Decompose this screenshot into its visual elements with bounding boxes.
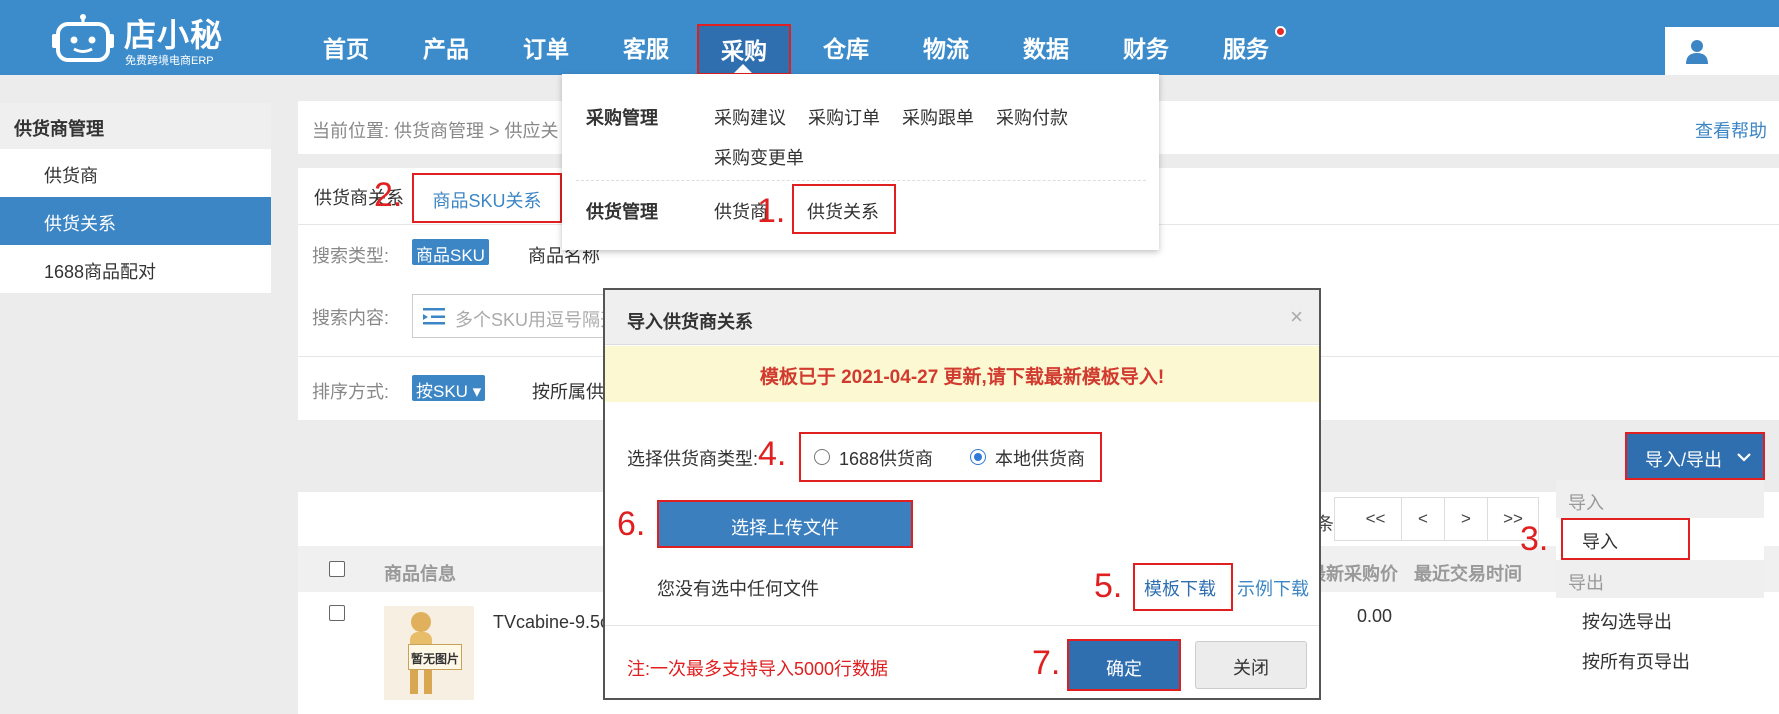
no-image-tag: 暂无图片: [408, 644, 462, 670]
step-6-label: 6.: [617, 505, 646, 543]
template-update-notice: 模板已于 2021-04-27 更新,请下载最新模板导入!: [605, 346, 1319, 402]
nav-purchase-label: 采购: [721, 38, 767, 64]
radio-local-label: 本地供货商: [995, 449, 1085, 469]
column-product-info: 商品信息: [384, 564, 456, 584]
pager-next-button[interactable]: >: [1444, 497, 1488, 541]
menu-purchase-change-order[interactable]: 采购变更单: [714, 144, 804, 170]
template-download-link[interactable]: 模板下载: [1144, 575, 1216, 601]
menu-group-import-label: 导入: [1568, 493, 1604, 513]
sidebar-item-1688-pairing[interactable]: 1688商品配对: [0, 245, 271, 293]
product-thumbnail: 暂无图片: [384, 606, 474, 700]
column-latest-price: 最新采购价: [1308, 564, 1398, 584]
highlight-import-item: [1561, 518, 1690, 560]
logo-subtitle: 免费跨境电商ERP: [125, 55, 214, 67]
sidebar-item-supply-relations[interactable]: 供货关系: [0, 197, 271, 245]
nav-home[interactable]: 首页: [323, 30, 369, 64]
menu-purchase-suggestion[interactable]: 采购建议: [714, 104, 786, 130]
import-dialog: 导入供货商关系 × 模板已于 2021-04-27 更新,请下载最新模板导入! …: [603, 288, 1321, 700]
upload-button-label: 选择上传文件: [731, 518, 839, 538]
pager-prev-button[interactable]: <: [1401, 497, 1445, 541]
tab-sku-relations-label: 商品SKU关系: [432, 191, 542, 211]
dialog-footer-divider: [605, 625, 1319, 626]
radio-1688-supplier[interactable]: [814, 449, 830, 465]
top-navigation-bar: 店小秘 免费跨境电商ERP 首页 产品 订单 客服 采购 仓库 物流 数据 财务…: [0, 0, 1779, 75]
sidebar: 供货商管理 供货商 供货关系 1688商品配对: [0, 103, 271, 293]
search-content-label: 搜索内容:: [312, 308, 390, 328]
step-4-label: 4.: [758, 435, 787, 473]
step-2-label: 2.: [374, 176, 403, 214]
sidebar-heading: 供货商管理: [0, 103, 271, 149]
supplier-type-label: 选择供货商类型:: [627, 449, 759, 469]
notification-dot-icon: [1275, 26, 1286, 37]
menu-group-export: 导出: [1556, 560, 1764, 598]
sidebar-item-suppliers[interactable]: 供货商: [0, 149, 271, 197]
nav-logistics[interactable]: 物流: [923, 30, 969, 64]
menu-purchase-payment[interactable]: 采购付款: [996, 104, 1068, 130]
step-7-label: 7.: [1032, 644, 1061, 682]
user-icon: [1686, 40, 1708, 64]
nav-services[interactable]: 服务: [1223, 30, 1269, 64]
search-type-sku-chip[interactable]: 商品SKU: [412, 239, 489, 265]
dialog-header: 导入供货商关系 ×: [605, 290, 1319, 345]
menu-item-export-all[interactable]: 按所有页导出: [1582, 648, 1690, 674]
select-all-checkbox[interactable]: [329, 561, 345, 577]
highlight-supply-relations: [792, 184, 896, 234]
menu-purchase-tracking[interactable]: 采购跟单: [902, 104, 974, 130]
step-3-label: 3.: [1520, 520, 1549, 558]
choose-upload-file-button[interactable]: 选择上传文件: [657, 500, 913, 548]
close-icon[interactable]: ×: [1290, 304, 1303, 330]
product-name[interactable]: TVcabine-9.5c: [493, 612, 609, 633]
import-export-menu: 导入 导入 导出 按勾选导出 按所有页导出: [1556, 480, 1764, 714]
import-export-label: 导入/导出: [1645, 450, 1723, 470]
nav-data[interactable]: 数据: [1023, 30, 1069, 64]
chevron-down-icon: [1737, 453, 1751, 462]
menu-group-import: 导入: [1556, 480, 1764, 518]
latest-price-value: 0.00: [1357, 606, 1393, 626]
notice-text: 模板已于 2021-04-27 更新,请下载最新模板导入!: [759, 367, 1165, 388]
robot-logo-icon: [52, 14, 114, 62]
close-button-label: 关闭: [1233, 658, 1269, 678]
group-purchase-management: 采购管理: [586, 108, 658, 128]
step-1-label: 1.: [757, 192, 786, 230]
radio-local-supplier[interactable]: [970, 449, 986, 465]
logo[interactable]: 店小秘 免费跨境电商ERP: [52, 6, 232, 68]
nav-customer-service[interactable]: 客服: [623, 30, 669, 64]
import-limit-note: 注:一次最多支持导入5000行数据: [627, 659, 889, 679]
search-placeholder: 多个SKU用逗号隔开: [455, 310, 619, 330]
sort-by-supplier-option[interactable]: 按所属供: [532, 378, 604, 404]
menu-group-export-label: 导出: [1568, 573, 1604, 593]
confirm-button-label: 确定: [1106, 659, 1142, 679]
group-supply-management: 供货管理: [586, 202, 658, 222]
search-type-label: 搜索类型:: [312, 246, 390, 266]
sort-by-sku-chip[interactable]: 按SKU ▾: [412, 375, 486, 401]
import-export-button[interactable]: 导入/导出: [1625, 432, 1765, 480]
sort-label: 排序方式:: [312, 382, 390, 402]
user-menu[interactable]: [1665, 27, 1779, 75]
menu-item-export-selected[interactable]: 按勾选导出: [1582, 608, 1672, 634]
step-5-label: 5.: [1094, 567, 1123, 605]
close-button[interactable]: 关闭: [1195, 641, 1307, 689]
sample-download-link[interactable]: 示例下载: [1237, 575, 1309, 601]
nav-finance[interactable]: 财务: [1123, 30, 1169, 64]
menu-purchase-order[interactable]: 采购订单: [808, 104, 880, 130]
dropdown-divider: [576, 180, 1146, 181]
dialog-title: 导入供货商关系: [627, 312, 753, 332]
nav-products[interactable]: 产品: [423, 30, 469, 64]
breadcrumb: 当前位置: 供货商管理 > 供应关: [312, 121, 559, 141]
column-last-trade: 最近交易时间: [1414, 564, 1522, 584]
pager-next-label: >: [1461, 509, 1471, 528]
nav-warehouse[interactable]: 仓库: [823, 30, 869, 64]
search-input[interactable]: 多个SKU用逗号隔开: [412, 294, 618, 338]
row-checkbox[interactable]: [329, 605, 345, 621]
list-icon: [423, 308, 445, 325]
confirm-button[interactable]: 确定: [1067, 639, 1181, 691]
tab-sku-relations[interactable]: 商品SKU关系: [412, 173, 562, 223]
radio-1688-label: 1688供货商: [839, 449, 934, 469]
help-link[interactable]: 查看帮助: [1695, 117, 1767, 143]
logo-name: 店小秘: [124, 17, 224, 53]
pager-prev-label: <: [1418, 509, 1428, 528]
nav-orders[interactable]: 订单: [523, 30, 569, 64]
nav-caret-icon: [734, 64, 752, 73]
no-file-text: 您没有选中任何文件: [657, 579, 819, 599]
